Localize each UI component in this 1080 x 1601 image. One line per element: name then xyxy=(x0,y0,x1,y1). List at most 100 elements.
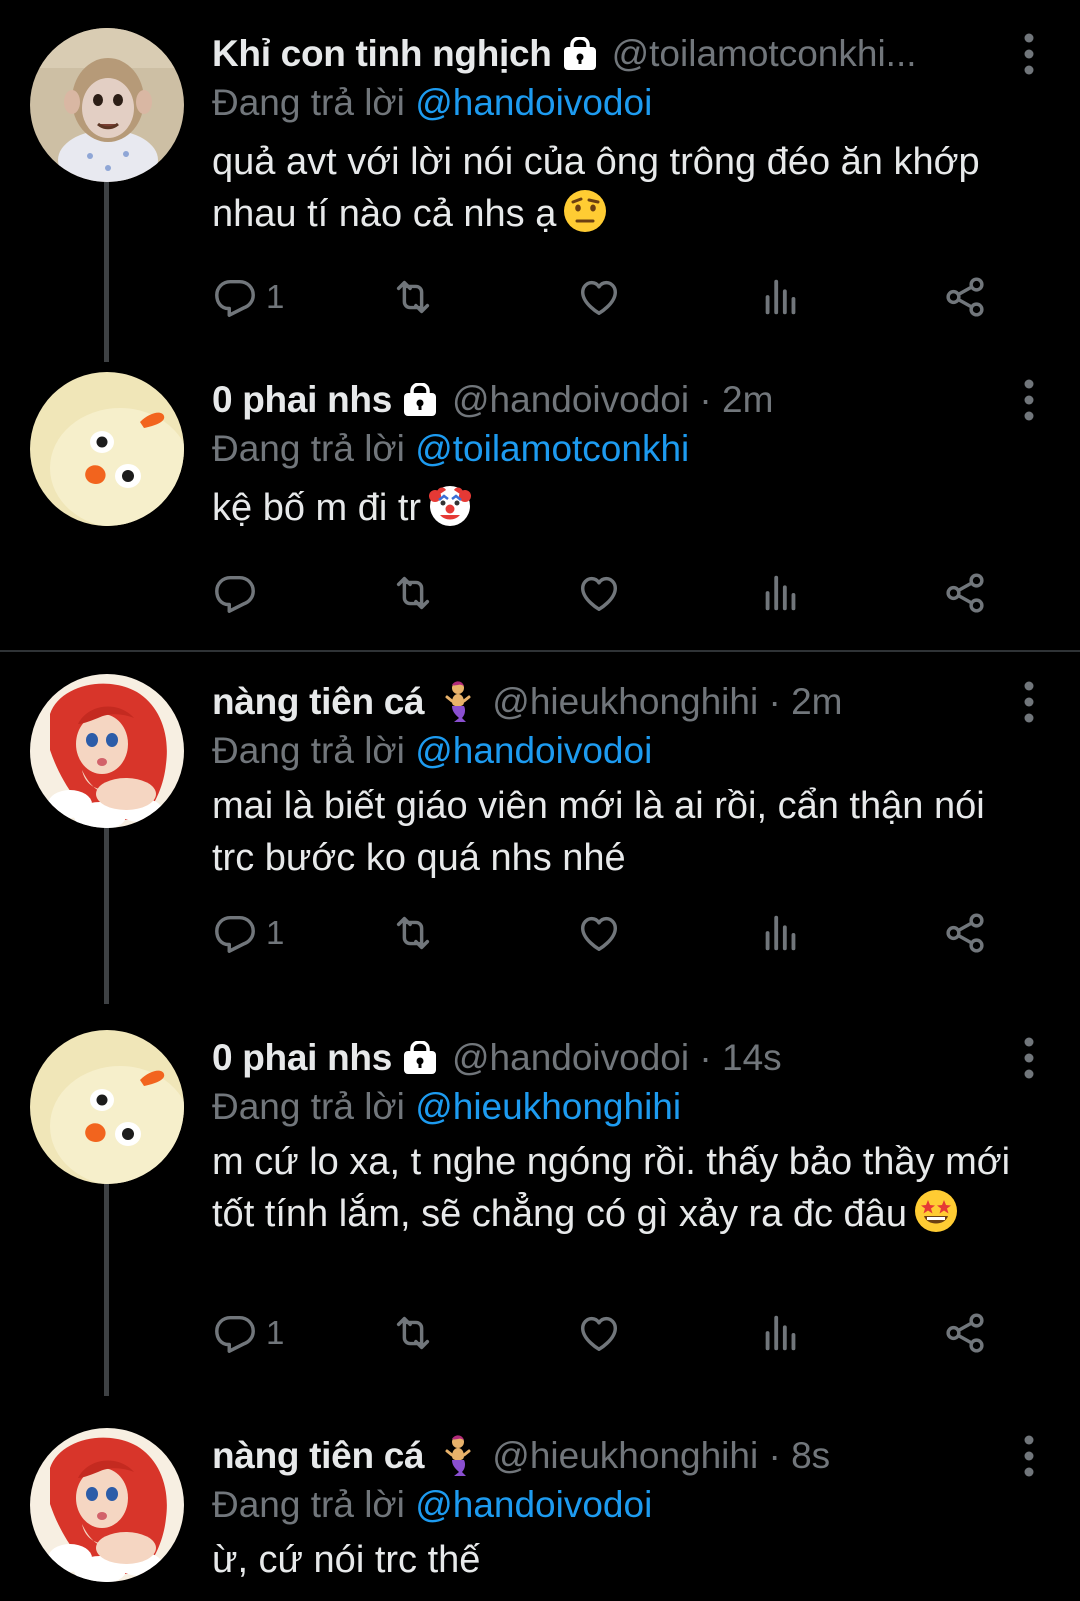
mermaid-avatar[interactable] xyxy=(30,1428,184,1582)
star-struck-emoji xyxy=(913,1188,959,1234)
more-vertical-icon[interactable] xyxy=(1022,1036,1036,1080)
reply-count: 1 xyxy=(266,914,285,951)
views-button[interactable] xyxy=(758,1308,804,1358)
reply-icon xyxy=(212,570,258,616)
views-icon xyxy=(758,274,804,320)
share-button[interactable] xyxy=(942,568,988,618)
mermaid-avatar[interactable] xyxy=(30,674,184,828)
reply-prefix: Đang trả lời xyxy=(212,428,405,469)
replying-to: Đang trả lời @handoivodoi xyxy=(212,1480,652,1530)
replying-to: Đang trả lời @hieukhonghihi xyxy=(212,1082,681,1132)
clown-face-emoji xyxy=(427,482,473,528)
thread-line xyxy=(104,1178,109,1396)
tweet-text: ừ, cứ nói trc thế xyxy=(212,1534,1012,1586)
display-name[interactable]: 0 phai nhs xyxy=(212,374,392,426)
reply-prefix: Đang trả lời xyxy=(212,1086,405,1127)
user-handle[interactable]: @toilamotconkhi... xyxy=(612,28,917,80)
like-button[interactable] xyxy=(576,568,622,618)
tweet-text-content: m cứ lo xa, t nghe ngóng rồi. thấy bảo t… xyxy=(212,1141,1011,1235)
views-button[interactable] xyxy=(758,908,804,958)
face-with-raised-eyebrow-emoji xyxy=(562,188,608,234)
reply-button[interactable]: 1 xyxy=(212,272,284,322)
tweet-actions: 1 xyxy=(212,1308,1012,1358)
retweet-icon xyxy=(390,910,436,956)
reply-button[interactable] xyxy=(212,568,258,618)
reply-count: 1 xyxy=(266,278,285,315)
lock-icon xyxy=(402,383,438,417)
tweet-text-content: ừ, cứ nói trc thế xyxy=(212,1539,481,1581)
reply-button[interactable]: 1 xyxy=(212,908,284,958)
reply-prefix: Đang trả lời xyxy=(212,1484,405,1525)
reply-prefix: Đang trả lời xyxy=(212,82,405,123)
share-button[interactable] xyxy=(942,908,988,958)
replying-to: Đang trả lời @toilamotconkhi xyxy=(212,424,689,474)
like-button[interactable] xyxy=(576,272,622,322)
reply-mention[interactable]: @handoivodoi xyxy=(415,1484,652,1525)
user-handle[interactable]: @hieukhonghihi · 8s xyxy=(492,1430,830,1482)
share-icon xyxy=(942,910,988,956)
more-vertical-icon[interactable] xyxy=(1022,680,1036,724)
tweet-text: quả avt với lời nói của ông trông đéo ăn… xyxy=(212,136,1012,240)
share-icon xyxy=(942,1310,988,1356)
tweet-text: m cứ lo xa, t nghe ngóng rồi. thấy bảo t… xyxy=(212,1136,1012,1240)
lock-icon xyxy=(562,37,598,71)
reply-icon xyxy=(212,910,258,956)
share-icon xyxy=(942,570,988,616)
retweet-button[interactable] xyxy=(390,568,436,618)
display-name[interactable]: nàng tiên cá xyxy=(212,1430,425,1482)
reply-count: 1 xyxy=(266,1314,285,1351)
views-icon xyxy=(758,1310,804,1356)
heart-icon xyxy=(576,570,622,616)
reply-mention[interactable]: @toilamotconkhi xyxy=(415,428,689,469)
retweet-button[interactable] xyxy=(390,908,436,958)
tweet-actions xyxy=(212,568,1012,618)
like-button[interactable] xyxy=(576,1308,622,1358)
display-name[interactable]: 0 phai nhs xyxy=(212,1032,392,1084)
reply-prefix: Đang trả lời xyxy=(212,730,405,771)
tweet-text: mai là biết giáo viên mới là ai rồi, cẩn… xyxy=(212,780,1012,884)
tweet-header: 0 phai nhs @handoivodoi · 14s xyxy=(212,1032,1002,1084)
duck-avatar[interactable] xyxy=(30,372,184,526)
more-vertical-icon[interactable] xyxy=(1022,32,1036,76)
tweet-header: Khỉ con tinh nghịch @toilamotconkhi... xyxy=(212,28,1002,80)
reply-mention[interactable]: @handoivodoi xyxy=(415,82,652,123)
thread-line xyxy=(104,182,109,362)
tweet-header: nàng tiên cá @hieukhonghihi · 2m xyxy=(212,676,1002,728)
retweet-button[interactable] xyxy=(390,1308,436,1358)
replying-to: Đang trả lời @handoivodoi xyxy=(212,726,652,776)
retweet-button[interactable] xyxy=(390,272,436,322)
tweet-text: kệ bố m đi tr xyxy=(212,482,1012,534)
like-button[interactable] xyxy=(576,908,622,958)
reply-mention[interactable]: @handoivodoi xyxy=(415,730,652,771)
lock-icon xyxy=(402,1041,438,1075)
tweet-header: nàng tiên cá @hieukhonghihi · 8s xyxy=(212,1430,1002,1482)
reply-button[interactable]: 1 xyxy=(212,1308,284,1358)
mermaid-emoji xyxy=(438,681,478,723)
heart-icon xyxy=(576,910,622,956)
tweet-actions: 1 xyxy=(212,908,1012,958)
heart-icon xyxy=(576,274,622,320)
more-vertical-icon[interactable] xyxy=(1022,1434,1036,1478)
share-button[interactable] xyxy=(942,1308,988,1358)
tweet-actions: 1 xyxy=(212,272,1012,322)
more-vertical-icon[interactable] xyxy=(1022,378,1036,422)
views-button[interactable] xyxy=(758,272,804,322)
views-icon xyxy=(758,910,804,956)
monkey-avatar[interactable] xyxy=(30,28,184,182)
user-handle[interactable]: @handoivodoi · 14s xyxy=(452,1032,782,1084)
reply-icon xyxy=(212,1310,258,1356)
share-button[interactable] xyxy=(942,272,988,322)
thread-line xyxy=(104,822,109,1004)
duck-avatar[interactable] xyxy=(30,1030,184,1184)
thread-divider xyxy=(0,650,1080,652)
tweet-text-content: kệ bố m đi tr xyxy=(212,487,422,529)
reply-icon xyxy=(212,274,258,320)
display-name[interactable]: Khỉ con tinh nghịch xyxy=(212,28,552,80)
views-button[interactable] xyxy=(758,568,804,618)
reply-mention[interactable]: @hieukhonghihi xyxy=(415,1086,681,1127)
retweet-icon xyxy=(390,274,436,320)
tweet-text-content: mai là biết giáo viên mới là ai rồi, cẩn… xyxy=(212,785,985,879)
user-handle[interactable]: @handoivodoi · 2m xyxy=(452,374,773,426)
display-name[interactable]: nàng tiên cá xyxy=(212,676,425,728)
user-handle[interactable]: @hieukhonghihi · 2m xyxy=(492,676,842,728)
